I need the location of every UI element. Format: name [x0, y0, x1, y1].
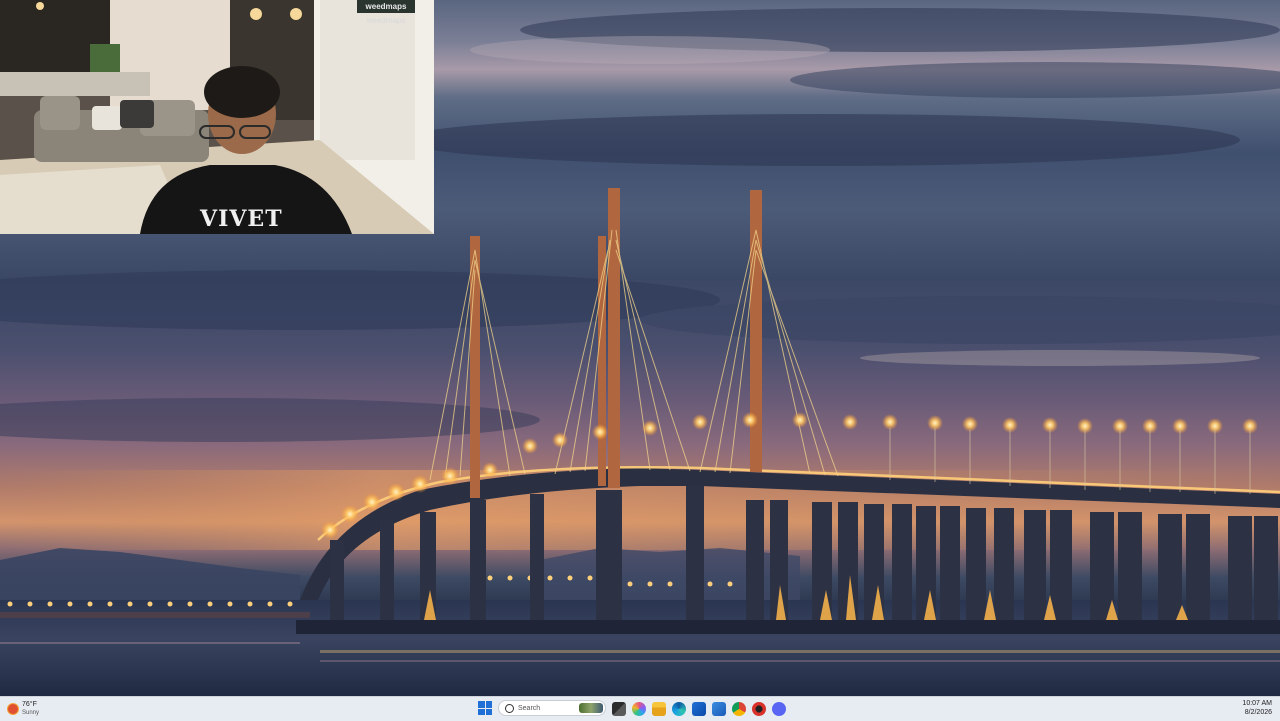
discord-icon[interactable] — [772, 702, 786, 716]
search-highlight-image — [579, 703, 603, 713]
taskbar: 76°F Sunny Search 10:07 AM 8/2/2026 — [0, 696, 1280, 721]
sign-weedmaps: weedmaps — [357, 0, 415, 13]
app-red-icon[interactable] — [752, 702, 766, 716]
webcam-scene — [0, 0, 434, 234]
weather-temperature: 76°F — [22, 701, 37, 708]
windows-logo-icon — [478, 701, 485, 708]
store-icon[interactable] — [692, 702, 706, 716]
search-placeholder: Search — [518, 704, 541, 712]
weather-condition: Sunny — [22, 710, 40, 716]
system-tray-clock[interactable]: 10:07 AM 8/2/2026 — [1242, 699, 1272, 717]
mountain-silhouette — [0, 548, 300, 600]
pinned-apps — [612, 700, 786, 718]
clock-time: 10:07 AM — [1242, 700, 1272, 707]
edge-icon[interactable] — [672, 702, 686, 716]
webcam-overlay: weedmaps weedmaps VIVET — [0, 0, 434, 234]
sign-weedmaps-reflection: weedmaps — [366, 16, 406, 25]
start-button[interactable] — [478, 701, 492, 715]
task-view-icon[interactable] — [612, 702, 626, 716]
copilot-icon[interactable] — [632, 702, 646, 716]
shirt-print: VIVET — [200, 206, 283, 232]
file-explorer-icon[interactable] — [652, 702, 666, 716]
chrome-icon[interactable] — [732, 702, 746, 716]
bridge-cables — [429, 229, 839, 481]
taskbar-search-box[interactable]: Search — [498, 700, 606, 716]
search-icon — [505, 703, 514, 713]
mail-icon[interactable] — [712, 702, 726, 716]
weather-widget[interactable]: 76°F Sunny — [8, 699, 39, 719]
clock-date: 8/2/2026 — [1244, 709, 1272, 716]
sun-icon — [8, 704, 18, 714]
